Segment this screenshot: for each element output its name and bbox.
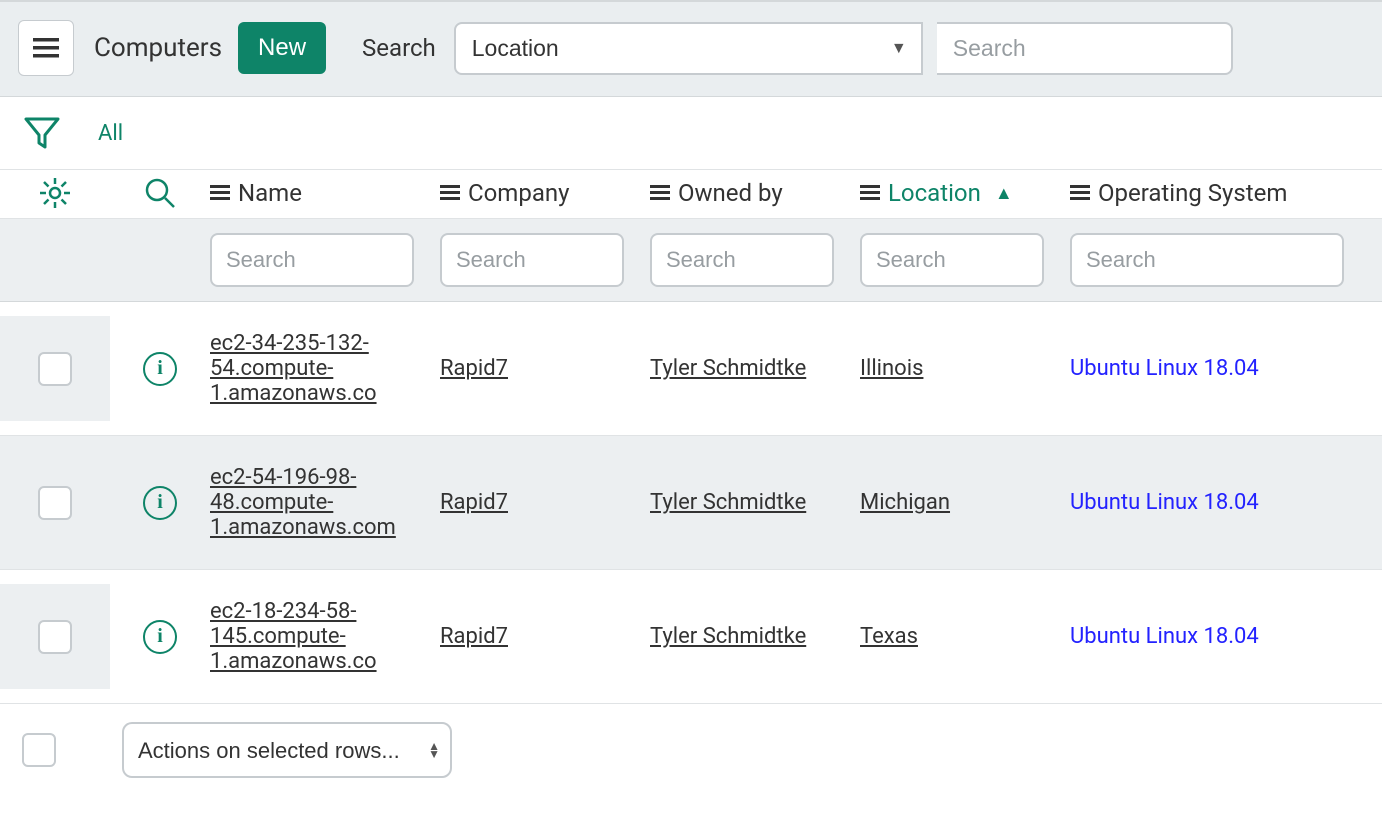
menu-button[interactable]	[18, 20, 74, 76]
new-button[interactable]: New	[238, 22, 326, 74]
table-row: i ec2-18-234-58-145.compute-1.amazonaws.…	[0, 570, 1382, 704]
column-header-os[interactable]: Operating System	[1070, 179, 1370, 207]
info-icon[interactable]: i	[143, 352, 177, 386]
filter-all-link[interactable]: All	[98, 121, 123, 146]
column-search-os[interactable]	[1070, 233, 1344, 287]
cell-name-link[interactable]: ec2-18-234-58-145.compute-1.amazonaws.co	[210, 599, 377, 674]
column-header-owned-by[interactable]: Owned by	[650, 179, 860, 207]
table-header: Name Company Owned by Location ▲ Operati…	[0, 170, 1382, 219]
cell-os-link[interactable]: Ubuntu Linux 18.04	[1070, 356, 1259, 381]
search-field-select[interactable]: Location	[454, 22, 923, 75]
info-icon[interactable]: i	[143, 620, 177, 654]
gear-icon[interactable]	[38, 176, 72, 210]
cell-os-link[interactable]: Ubuntu Linux 18.04	[1070, 490, 1259, 515]
column-search-location[interactable]	[860, 233, 1044, 287]
filter-icon[interactable]	[22, 113, 62, 153]
row-checkbox[interactable]	[38, 620, 72, 654]
row-checkbox[interactable]	[38, 486, 72, 520]
column-search-name[interactable]	[210, 233, 414, 287]
search-icon[interactable]	[143, 176, 177, 210]
search-label: Search	[362, 34, 436, 62]
row-checkbox[interactable]	[38, 352, 72, 386]
column-search-company[interactable]	[440, 233, 624, 287]
cell-company-link[interactable]: Rapid7	[440, 490, 508, 515]
cell-owned-by-link[interactable]: Tyler Schmidtke	[650, 490, 806, 515]
cell-os-link[interactable]: Ubuntu Linux 18.04	[1070, 624, 1259, 649]
column-header-name[interactable]: Name	[210, 179, 440, 207]
select-all-checkbox[interactable]	[22, 733, 56, 767]
top-bar: Computers New Search Location ▼	[0, 0, 1382, 97]
column-header-company[interactable]: Company	[440, 179, 650, 207]
cell-name-link[interactable]: ec2-54-196-98-48.compute-1.amazonaws.com	[210, 465, 396, 540]
cell-owned-by-link[interactable]: Tyler Schmidtke	[650, 624, 806, 649]
column-search-owned-by[interactable]	[650, 233, 834, 287]
sort-asc-icon: ▲	[995, 183, 1013, 204]
search-input[interactable]	[937, 22, 1233, 75]
column-menu-icon	[860, 185, 880, 201]
hamburger-icon	[33, 38, 59, 58]
column-menu-icon	[440, 185, 460, 201]
cell-company-link[interactable]: Rapid7	[440, 624, 508, 649]
cell-location-link[interactable]: Texas	[860, 624, 918, 649]
column-menu-icon	[650, 185, 670, 201]
table-row: i ec2-54-196-98-48.compute-1.amazonaws.c…	[0, 436, 1382, 570]
table-row: i ec2-34-235-132-54.compute-1.amazonaws.…	[0, 302, 1382, 436]
cell-location-link[interactable]: Illinois	[860, 356, 923, 381]
cell-company-link[interactable]: Rapid7	[440, 356, 508, 381]
cell-name-link[interactable]: ec2-34-235-132-54.compute-1.amazonaws.co	[210, 331, 377, 406]
page-title: Computers	[94, 33, 222, 63]
column-header-location[interactable]: Location ▲	[860, 179, 1070, 207]
filter-bar: All	[0, 97, 1382, 170]
cell-location-link[interactable]: Michigan	[860, 490, 950, 515]
column-menu-icon	[1070, 185, 1090, 201]
column-search-row	[0, 219, 1382, 302]
search-field-select-wrap: Location ▼	[454, 22, 923, 75]
cell-owned-by-link[interactable]: Tyler Schmidtke	[650, 356, 806, 381]
column-menu-icon	[210, 185, 230, 201]
bulk-actions-bar: Actions on selected rows... ▲▼	[0, 704, 1382, 808]
bulk-actions-select[interactable]: Actions on selected rows...	[122, 722, 452, 778]
info-icon[interactable]: i	[143, 486, 177, 520]
